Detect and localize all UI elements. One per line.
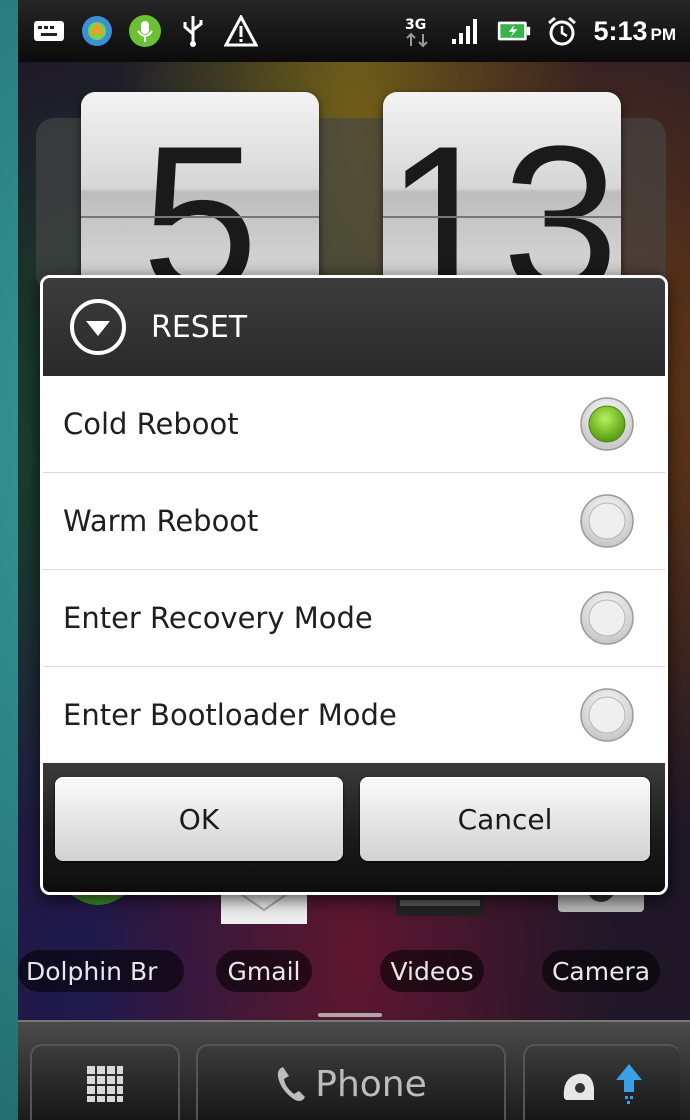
all-apps-button[interactable]: [30, 1044, 180, 1120]
clock-hour: 5: [141, 102, 259, 292]
dialog-button-bar: OK Cancel: [43, 763, 665, 892]
radio-unselected-icon[interactable]: [579, 687, 635, 743]
3g-icon: 3G: [401, 14, 435, 48]
battery-charging-icon: [497, 14, 531, 48]
option-label: Cold Reboot: [63, 407, 239, 441]
dialog-title: RESET: [151, 309, 248, 345]
warning-icon: [224, 14, 258, 48]
option-label: Enter Recovery Mode: [63, 601, 373, 635]
phone-screen: 3G 5:13PM 5 13 HD Dolph: [18, 0, 690, 1120]
app-label-gmail[interactable]: Gmail: [216, 950, 312, 992]
options-list: Cold Reboot Warm Reboot Enter Recovery M…: [43, 376, 665, 763]
ok-button[interactable]: OK: [55, 777, 343, 861]
option-cold-reboot[interactable]: Cold Reboot: [43, 376, 665, 473]
arrow-up-icon: [615, 1064, 642, 1104]
usb-icon: [176, 14, 210, 48]
phone-handset-icon: [278, 1067, 306, 1101]
app-label-camera[interactable]: Camera: [542, 950, 660, 992]
option-label: Enter Bootloader Mode: [63, 698, 397, 732]
dock-handle[interactable]: [318, 1013, 382, 1017]
radio-unselected-icon[interactable]: [579, 590, 635, 646]
status-bar: 3G 5:13 PM: [18, 0, 690, 62]
personalize-button[interactable]: [523, 1044, 680, 1120]
signal-icon: [449, 14, 483, 48]
option-bootloader-mode[interactable]: Enter Bootloader Mode: [43, 667, 665, 763]
dialog-header: RESET: [43, 278, 665, 376]
app-grid-icon: [87, 1066, 123, 1102]
app-label-dolphin[interactable]: Dolphin Br: [18, 950, 184, 992]
clock-hour-card[interactable]: 5: [81, 92, 319, 292]
cancel-button[interactable]: Cancel: [360, 777, 650, 861]
option-recovery-mode[interactable]: Enter Recovery Mode: [43, 570, 665, 667]
svg-text:3G: 3G: [405, 17, 426, 33]
status-clock: 5:13 PM: [593, 15, 676, 46]
microphone-icon: [128, 14, 162, 48]
option-warm-reboot[interactable]: Warm Reboot: [43, 473, 665, 570]
radio-unselected-icon[interactable]: [579, 493, 635, 549]
personalize-icon: [563, 1073, 594, 1100]
phone-dock-button[interactable]: Phone: [196, 1044, 506, 1120]
phone-label: Phone: [315, 1063, 427, 1105]
sync-icon: [80, 14, 114, 48]
keyboard-icon: [32, 14, 66, 48]
clock-minute: 13: [385, 102, 619, 292]
option-label: Warm Reboot: [63, 504, 259, 538]
alarm-icon: [545, 14, 579, 48]
radio-selected-icon[interactable]: [579, 396, 635, 452]
app-label-videos[interactable]: Videos: [380, 950, 484, 992]
dropdown-circle-icon: [70, 299, 126, 355]
clock-minute-card[interactable]: 13: [383, 92, 621, 292]
reset-dialog: RESET Cold Reboot Warm Reboot Enter Reco…: [40, 275, 668, 895]
